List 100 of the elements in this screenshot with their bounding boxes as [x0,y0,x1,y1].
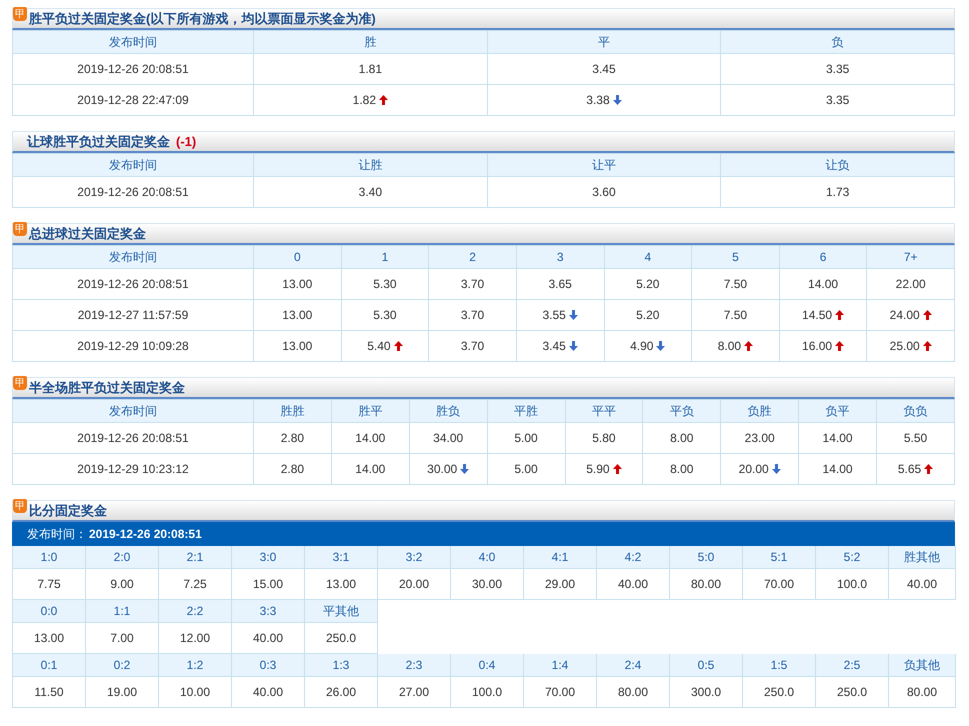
table-cell: 5.20 [604,300,692,330]
score-header: 3:1 [305,546,378,569]
odds-cell: 80.00 [889,677,956,708]
odds-cell: 300.0 [670,677,743,708]
score-header: 1:2 [159,654,232,677]
score-header: 4:2 [597,546,670,569]
table-cell: 5.80 [565,422,643,454]
table-cell: 3.45 [487,54,721,84]
table-cell: 2.80 [254,422,332,454]
table-cell: 5.00 [487,422,565,454]
column-header: 6 [779,246,867,268]
column-header: 发布时间 [12,30,254,54]
table-cell: 3.60 [487,176,721,208]
table-cell: 5.90 [565,454,643,484]
score-header: 2:0 [86,546,159,569]
table-cell: 23.00 [720,422,799,454]
score-header: 0:3 [232,654,305,677]
score-header: 0:2 [86,654,159,677]
score-header: 4:0 [451,546,524,569]
column-header: 平负 [642,400,721,422]
column-header: 2 [428,246,516,268]
table-cell: 7.50 [692,300,780,330]
column-header: 负胜 [720,400,799,422]
table-cell: 16.00 [779,330,867,362]
table-cell: 13.00 [254,330,342,362]
score-header: 4:1 [524,546,597,569]
table-cell: 14.00 [798,422,876,454]
odds-cell: 70.00 [524,677,597,708]
table-cell: 8.00 [642,454,721,484]
table-cell: 24.00 [866,300,954,330]
score-header: 3:3 [232,600,305,623]
table-cell: 13.00 [254,300,342,330]
table-cell: 3.38 [487,84,721,116]
table-cell: 14.00 [779,268,867,300]
score-header: 1:0 [13,546,86,569]
table-cell: 3.70 [428,330,516,362]
odds-cell: 40.00 [232,677,305,708]
column-header: 1 [341,246,429,268]
table-cell: 5.50 [876,422,954,454]
column-header: 发布时间 [12,246,254,268]
odds-cell: 29.00 [524,569,597,600]
table-cell: 8.00 [692,330,780,362]
score-header: 2:4 [597,654,670,677]
odds-cell: 250.0 [743,677,816,708]
table-cell: 1.73 [720,176,954,208]
table-cell: 3.35 [720,54,954,84]
table-cell: 2019-12-27 11:57:59 [12,300,254,330]
handicap-note: (-1) [176,134,196,149]
badge-icon: 甲 [13,376,27,390]
publish-time: 2019-12-26 20:08:51 [89,527,202,541]
badge-icon: 甲 [13,222,27,236]
score-header: 3:2 [378,546,451,569]
column-header: 负平 [798,400,876,422]
odds-cell: 26.00 [305,677,378,708]
column-header: 让胜 [254,154,488,176]
table-cell: 3.45 [516,330,604,362]
score-header: 3:0 [232,546,305,569]
table-cell: 25.00 [866,330,954,362]
score-header: 1:3 [305,654,378,677]
odds-cell: 10.00 [159,677,232,708]
odds-cell: 40.00 [889,569,956,600]
table-cell: 34.00 [409,422,488,454]
score-header: 2:2 [159,600,232,623]
column-header: 负负 [876,400,954,422]
score-header: 5:0 [670,546,743,569]
column-header: 让平 [487,154,721,176]
section-title: 胜平负过关固定奖金(以下所有游戏，均以票面显示奖金为准) [29,10,376,28]
section-title: 比分固定奖金 [29,502,107,520]
score-header: 1:4 [524,654,597,677]
table-cell: 5.30 [341,300,429,330]
section-title: 让球胜平负过关固定奖金 [27,132,170,150]
odds-cell: 80.00 [597,677,670,708]
table-cell: 4.90 [604,330,692,362]
table-cell: 5.40 [341,330,429,362]
table-cell: 1.82 [254,84,488,116]
table-cell: 5.20 [604,268,692,300]
column-header: 胜 [254,30,488,54]
table-cell: 5.65 [876,454,954,484]
score-header: 5:2 [816,546,889,569]
score-header: 1:1 [86,600,159,623]
column-header: 发布时间 [12,400,254,422]
table-cell: 2019-12-28 22:47:09 [12,84,254,116]
column-header: 平胜 [487,400,565,422]
odds-cell: 40.00 [597,569,670,600]
score-header: 2:3 [378,654,451,677]
odds-cell: 250.0 [816,677,889,708]
table-cell: 1.81 [254,54,488,84]
table-cell: 3.40 [254,176,488,208]
badge-icon: 甲 [13,7,27,21]
table-cell: 22.00 [866,268,954,300]
score-header: 5:1 [743,546,816,569]
table-cell: 13.00 [254,268,342,300]
score-header: 胜其他 [889,546,956,569]
score-header: 0:4 [451,654,524,677]
table-cell: 2.80 [254,454,332,484]
table-cell: 8.00 [642,422,721,454]
table-cell: 30.00 [409,454,488,484]
column-header: 胜胜 [254,400,332,422]
section-title: 总进球过关固定奖金 [29,224,146,242]
column-header: 5 [692,246,780,268]
